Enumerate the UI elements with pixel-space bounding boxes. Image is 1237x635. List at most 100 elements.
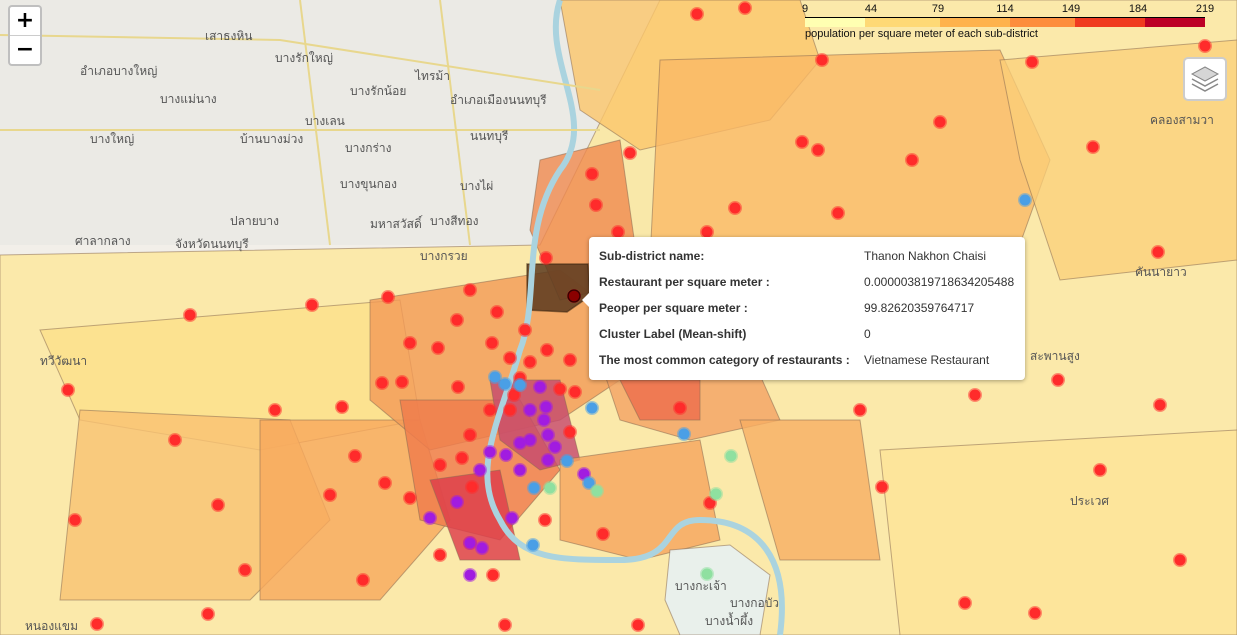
restaurant-marker-cluster-0[interactable]	[1025, 55, 1039, 69]
restaurant-marker-cluster-0[interactable]	[238, 563, 252, 577]
restaurant-marker-cluster-green[interactable]	[700, 567, 714, 581]
restaurant-marker-cluster-purple[interactable]	[505, 511, 519, 525]
restaurant-marker-cluster-0[interactable]	[563, 353, 577, 367]
restaurant-marker-cluster-0[interactable]	[348, 449, 362, 463]
restaurant-marker-cluster-purple[interactable]	[483, 445, 497, 459]
restaurant-marker-cluster-0[interactable]	[728, 201, 742, 215]
restaurant-marker-cluster-0[interactable]	[905, 153, 919, 167]
restaurant-marker-cluster-0[interactable]	[463, 283, 477, 297]
restaurant-marker-cluster-0[interactable]	[853, 403, 867, 417]
restaurant-marker-cluster-0[interactable]	[90, 617, 104, 631]
restaurant-marker-cluster-0[interactable]	[451, 380, 465, 394]
restaurant-marker-cluster-0[interactable]	[403, 491, 417, 505]
restaurant-marker-cluster-blue[interactable]	[526, 538, 540, 552]
restaurant-marker-cluster-0[interactable]	[738, 1, 752, 15]
restaurant-marker-cluster-blue[interactable]	[513, 378, 527, 392]
restaurant-marker-cluster-0[interactable]	[356, 573, 370, 587]
restaurant-marker-cluster-0[interactable]	[968, 388, 982, 402]
restaurant-marker-cluster-0[interactable]	[958, 596, 972, 610]
zoom-in-button[interactable]: +	[10, 7, 40, 35]
restaurant-marker-cluster-0[interactable]	[1093, 463, 1107, 477]
restaurant-marker-cluster-0[interactable]	[498, 618, 512, 632]
restaurant-marker-cluster-0[interactable]	[795, 135, 809, 149]
restaurant-marker-cluster-blue[interactable]	[677, 427, 691, 441]
restaurant-marker-cluster-purple[interactable]	[539, 400, 553, 414]
restaurant-marker-cluster-0[interactable]	[503, 403, 517, 417]
restaurant-marker-cluster-0[interactable]	[815, 53, 829, 67]
restaurant-marker-cluster-0[interactable]	[485, 336, 499, 350]
restaurant-marker-cluster-0[interactable]	[378, 476, 392, 490]
restaurant-marker-cluster-0[interactable]	[323, 488, 337, 502]
restaurant-marker-cluster-0[interactable]	[585, 167, 599, 181]
zoom-out-button[interactable]: −	[10, 35, 40, 64]
restaurant-marker-cluster-0[interactable]	[211, 498, 225, 512]
restaurant-marker-cluster-0[interactable]	[568, 385, 582, 399]
restaurant-marker-cluster-purple[interactable]	[541, 428, 555, 442]
restaurant-marker-cluster-0[interactable]	[1051, 373, 1065, 387]
restaurant-marker-cluster-0[interactable]	[539, 251, 553, 265]
restaurant-marker-cluster-purple[interactable]	[499, 448, 513, 462]
restaurant-marker-cluster-purple[interactable]	[450, 495, 464, 509]
restaurant-marker-cluster-0[interactable]	[463, 428, 477, 442]
restaurant-marker-cluster-0[interactable]	[831, 206, 845, 220]
restaurant-marker-cluster-blue[interactable]	[1018, 193, 1032, 207]
restaurant-marker-cluster-0[interactable]	[538, 513, 552, 527]
restaurant-marker-cluster-0[interactable]	[403, 336, 417, 350]
restaurant-marker-cluster-0[interactable]	[1086, 140, 1100, 154]
restaurant-marker-cluster-0[interactable]	[486, 568, 500, 582]
restaurant-marker-cluster-0[interactable]	[305, 298, 319, 312]
restaurant-marker-cluster-0[interactable]	[875, 480, 889, 494]
restaurant-marker-cluster-0[interactable]	[611, 225, 625, 239]
restaurant-marker-cluster-0[interactable]	[375, 376, 389, 390]
restaurant-marker-cluster-0[interactable]	[589, 198, 603, 212]
restaurant-marker-cluster-blue[interactable]	[560, 454, 574, 468]
restaurant-marker-cluster-blue[interactable]	[527, 481, 541, 495]
restaurant-marker-cluster-0[interactable]	[335, 400, 349, 414]
restaurant-marker-cluster-0[interactable]	[503, 351, 517, 365]
restaurant-marker-cluster-0[interactable]	[168, 433, 182, 447]
restaurant-marker-cluster-0[interactable]	[673, 401, 687, 415]
restaurant-marker-cluster-0[interactable]	[201, 607, 215, 621]
restaurant-marker-cluster-0[interactable]	[183, 308, 197, 322]
restaurant-marker-cluster-0[interactable]	[465, 480, 479, 494]
restaurant-marker-cluster-0[interactable]	[623, 146, 637, 160]
restaurant-marker-cluster-0[interactable]	[553, 382, 567, 396]
restaurant-marker-cluster-green[interactable]	[709, 487, 723, 501]
restaurant-marker-cluster-purple[interactable]	[423, 511, 437, 525]
restaurant-marker-cluster-purple[interactable]	[475, 541, 489, 555]
restaurant-marker-cluster-0[interactable]	[700, 225, 714, 239]
restaurant-marker-cluster-0[interactable]	[933, 115, 947, 129]
layers-control-button[interactable]	[1183, 57, 1227, 101]
restaurant-marker-cluster-purple[interactable]	[513, 463, 527, 477]
restaurant-marker-cluster-0[interactable]	[381, 290, 395, 304]
restaurant-marker-cluster-green[interactable]	[724, 449, 738, 463]
restaurant-marker-cluster-purple[interactable]	[533, 380, 547, 394]
restaurant-marker-cluster-green[interactable]	[543, 481, 557, 495]
restaurant-marker-cluster-blue[interactable]	[498, 377, 512, 391]
restaurant-marker-cluster-0[interactable]	[690, 7, 704, 21]
restaurant-marker-cluster-0[interactable]	[563, 425, 577, 439]
restaurant-marker-cluster-0[interactable]	[1151, 245, 1165, 259]
restaurant-marker-cluster-0[interactable]	[490, 305, 504, 319]
restaurant-marker-cluster-0[interactable]	[523, 355, 537, 369]
restaurant-marker-cluster-purple[interactable]	[523, 403, 537, 417]
restaurant-marker-cluster-0[interactable]	[811, 143, 825, 157]
restaurant-marker-cluster-purple[interactable]	[513, 436, 527, 450]
restaurant-marker-cluster-purple[interactable]	[548, 440, 562, 454]
restaurant-marker-cluster-purple[interactable]	[473, 463, 487, 477]
restaurant-marker-cluster-purple[interactable]	[463, 568, 477, 582]
restaurant-marker-cluster-0[interactable]	[1028, 606, 1042, 620]
restaurant-marker-cluster-0[interactable]	[1153, 398, 1167, 412]
restaurant-marker-cluster-purple[interactable]	[463, 536, 477, 550]
restaurant-marker-cluster-0[interactable]	[483, 403, 497, 417]
restaurant-marker-cluster-0[interactable]	[596, 527, 610, 541]
restaurant-marker-cluster-0[interactable]	[518, 323, 532, 337]
region-far-southeast[interactable]	[879, 429, 1237, 635]
restaurant-marker-cluster-0[interactable]	[431, 341, 445, 355]
restaurant-marker-cluster-0[interactable]	[395, 375, 409, 389]
restaurant-marker-cluster-0[interactable]	[455, 451, 469, 465]
restaurant-marker-cluster-purple[interactable]	[541, 453, 555, 467]
restaurant-marker-cluster-0[interactable]	[268, 403, 282, 417]
restaurant-marker-cluster-green[interactable]	[590, 484, 604, 498]
restaurant-marker-cluster-0[interactable]	[433, 458, 447, 472]
